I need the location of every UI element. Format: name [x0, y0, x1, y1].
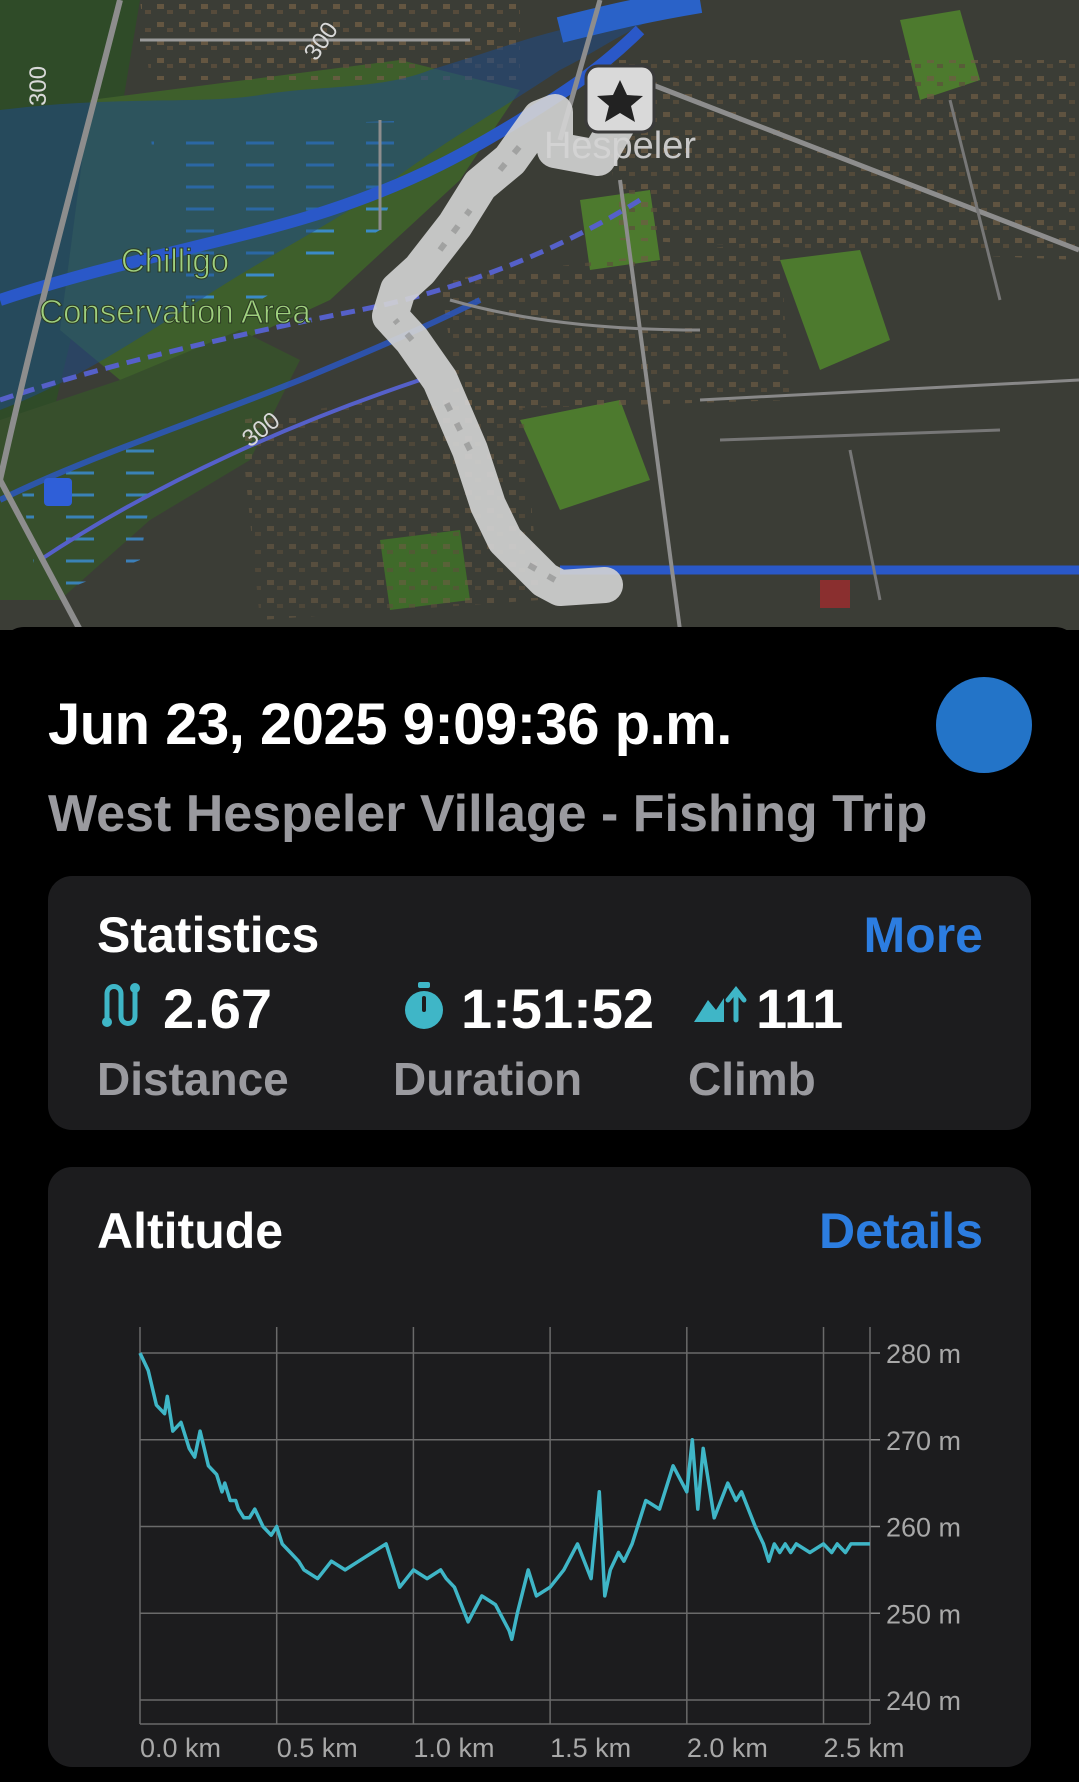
map-pin-icon — [820, 580, 850, 608]
track-color-swatch[interactable] — [936, 677, 1032, 773]
statistics-title: Statistics — [97, 907, 320, 963]
track-datetime: Jun 23, 2025 9:09:36 p.m. — [48, 692, 732, 757]
distance-label: Distance — [97, 1053, 289, 1105]
y-tick-label: 270 m — [886, 1426, 961, 1456]
park-label: Chilligo — [121, 242, 229, 279]
altitude-line — [138, 1352, 870, 1642]
duration-value: 1:51:52 — [461, 977, 655, 1040]
stopwatch-icon — [405, 982, 443, 1029]
x-tick-label: 1.5 km — [550, 1733, 631, 1763]
x-tick-label: 1.0 km — [413, 1733, 494, 1763]
y-tick-label: 280 m — [886, 1339, 961, 1369]
road-number-label: 300 — [25, 66, 52, 106]
x-tick-label: 2.5 km — [824, 1733, 905, 1763]
x-tick-label: 0.5 km — [277, 1733, 358, 1763]
altitude-card: Altitude Details 280 m 270 m 260 m 250 m 240… — [48, 1167, 1031, 1767]
duration-label: Duration — [393, 1053, 583, 1105]
x-tick-label: 2.0 km — [687, 1733, 768, 1763]
climb-label: Climb — [688, 1053, 816, 1105]
track-details-sheet: Jun 23, 2025 9:09:36 p.m. West Hespeler … — [0, 627, 1079, 1782]
park-label: Conservation Area — [39, 293, 311, 330]
favorite-marker[interactable] — [584, 64, 656, 134]
map-pin-icon — [44, 478, 72, 506]
distance-value: 2.67 — [163, 977, 272, 1040]
y-tick-label: 260 m — [886, 1513, 961, 1543]
more-button[interactable]: More — [864, 906, 983, 964]
track-name: West Hespeler Village - Fishing Trip — [48, 785, 928, 843]
climb-icon — [694, 985, 747, 1023]
statistics-card: Statistics More 2.67 Distance 1:51:52 Du… — [48, 876, 1031, 1130]
map-view[interactable]: 300 300 300 Chilligo Conservation Area H… — [0, 0, 1079, 630]
y-tick-label: 250 m — [886, 1599, 961, 1629]
climb-value: 111 — [756, 977, 844, 1040]
altitude-chart[interactable]: 280 m 270 m 260 m 250 m 240 m 0.0 km 0.5 km 1.0… — [48, 1167, 1031, 1767]
x-tick-label: 0.0 km — [140, 1733, 221, 1763]
y-tick-label: 240 m — [886, 1686, 961, 1716]
route-icon — [102, 983, 140, 1027]
